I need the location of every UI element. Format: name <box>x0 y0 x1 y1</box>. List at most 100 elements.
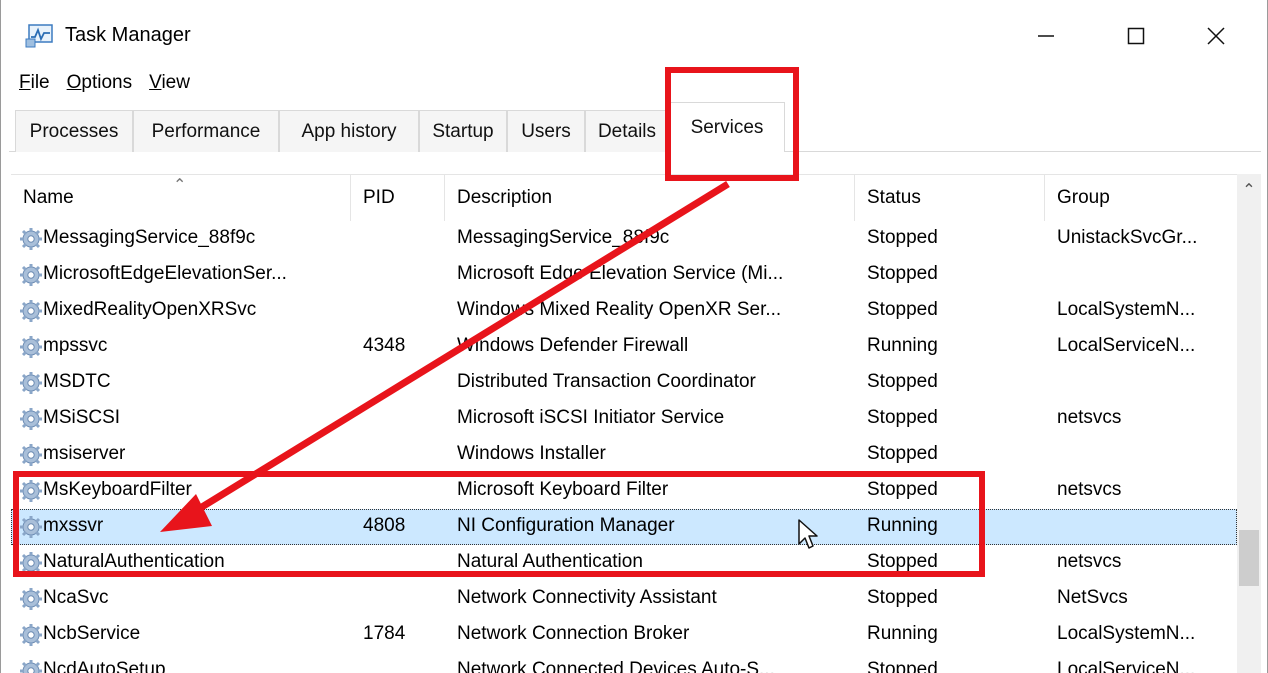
service-name: MicrosoftEdgeElevationSer... <box>43 263 287 284</box>
column-header-group[interactable]: Group <box>1045 175 1237 221</box>
tab-app-history[interactable]: App history <box>279 110 419 152</box>
service-description: Distributed Transaction Coordinator <box>457 371 756 392</box>
tab-startup[interactable]: Startup <box>419 110 507 152</box>
service-description: Microsoft iSCSI Initiator Service <box>457 407 725 428</box>
service-pid: 4808 <box>363 515 406 536</box>
table-row[interactable]: MessagingService_88f9c MessagingService_8… <box>11 221 1237 257</box>
menu-view[interactable]: View <box>149 68 199 102</box>
task-manager-icon <box>25 24 53 48</box>
menu-options[interactable]: Options <box>67 68 141 102</box>
service-status: Stopped <box>867 227 938 248</box>
maximize-button[interactable] <box>1101 14 1171 58</box>
menu-file-label: ile <box>30 72 50 93</box>
service-name: MSDTC <box>43 371 111 392</box>
column-header-label: Name <box>23 187 74 208</box>
service-description: Natural Authentication <box>457 551 643 572</box>
service-name: NcbService <box>43 623 141 644</box>
table-row[interactable]: mxssvr 4808 NI Configuration Manager Runnin… <box>11 509 1237 545</box>
service-group: LocalSystemN... <box>1057 299 1196 320</box>
service-status: Stopped <box>867 407 938 428</box>
gear-icon <box>20 624 42 646</box>
service-status: Running <box>867 515 938 536</box>
service-description: Network Connectivity Assistant <box>457 587 717 608</box>
column-header-name[interactable]: Name ⌃ <box>11 175 351 221</box>
service-status: Stopped <box>867 479 938 500</box>
sort-ascending-icon: ⌃ <box>173 177 187 194</box>
gear-icon <box>20 444 42 466</box>
service-group: LocalServiceN... <box>1057 335 1196 356</box>
service-status: Stopped <box>867 371 938 392</box>
mouse-cursor-icon <box>798 519 818 549</box>
table-row[interactable]: MSiSCSI Microsoft iSCSI Initiator Service… <box>11 401 1237 437</box>
minimize-button[interactable] <box>1011 14 1081 58</box>
service-group: netsvcs <box>1057 407 1122 428</box>
service-name: MSiSCSI <box>43 407 121 428</box>
column-header-description[interactable]: Description <box>445 175 855 221</box>
gear-icon <box>20 660 42 673</box>
window-title: Task Manager <box>65 24 191 46</box>
tab-details[interactable]: Details <box>585 110 669 152</box>
scroll-thumb[interactable] <box>1239 530 1259 586</box>
tab-label: Users <box>521 120 571 142</box>
table-row[interactable]: NaturalAuthentication Natural Authenticat… <box>11 545 1237 581</box>
tab-label: Startup <box>432 120 494 142</box>
minimize-icon <box>1038 35 1054 37</box>
menu-view-label: iew <box>161 72 190 93</box>
service-description: NI Configuration Manager <box>457 515 675 536</box>
table-row[interactable]: NcaSvc Network Connectivity Assistant Stop… <box>11 581 1237 617</box>
gear-icon <box>20 264 42 286</box>
table-row[interactable]: MixedRealityOpenXRSvc Windows Mixed Reali… <box>11 293 1237 329</box>
service-group: UnistackSvcGr... <box>1057 227 1198 248</box>
service-name: NcaSvc <box>43 587 109 608</box>
table-row[interactable]: NcbService 1784 Network Connection Broker R… <box>11 617 1237 653</box>
tab-processes[interactable]: Processes <box>15 110 133 152</box>
service-description: Network Connection Broker <box>457 623 690 644</box>
service-group: netsvcs <box>1057 551 1122 572</box>
column-header-pid[interactable]: PID <box>351 175 445 221</box>
task-manager-window: Task Manager File Options View Processes… <box>0 0 1268 673</box>
service-description: Network Connected Devices Auto-S... <box>457 659 775 673</box>
service-description: Microsoft Edge Elevation Service (Mi... <box>457 263 784 284</box>
gear-icon <box>20 336 42 358</box>
gear-icon <box>20 228 42 250</box>
service-name: MsKeyboardFilter <box>43 479 192 500</box>
tab-label: Performance <box>151 120 261 142</box>
table-row[interactable]: MsKeyboardFilter Microsoft Keyboard Filte… <box>11 473 1237 509</box>
table-row[interactable]: NcdAutoSetup Network Connected Devices Au… <box>11 653 1237 673</box>
gear-icon <box>20 480 42 502</box>
table-row[interactable]: msiserver Windows Installer Stopped <box>11 437 1237 473</box>
column-header-label: PID <box>363 187 395 208</box>
vertical-scrollbar[interactable]: ⌃ <box>1237 174 1261 673</box>
column-header-status[interactable]: Status <box>855 175 1045 221</box>
menu-file-hotkey: F <box>19 72 31 93</box>
menu-options-label: ptions <box>81 72 133 93</box>
service-status: Stopped <box>867 263 938 284</box>
tab-services[interactable]: Services <box>669 102 785 153</box>
scroll-up-arrow-icon[interactable]: ⌃ <box>1237 180 1261 204</box>
close-icon <box>1207 27 1225 45</box>
table-row[interactable]: mpssvc 4348 Windows Defender Firewall Runni… <box>11 329 1237 365</box>
service-description: Windows Mixed Reality OpenXR Ser... <box>457 299 782 320</box>
close-button[interactable] <box>1181 14 1251 58</box>
tab-label: Details <box>597 120 657 142</box>
service-name: mxssvr <box>43 515 104 536</box>
tab-performance[interactable]: Performance <box>133 110 279 152</box>
table-row[interactable]: MicrosoftEdgeElevationSer... Microsoft Ed… <box>11 257 1237 293</box>
service-status: Stopped <box>867 551 938 572</box>
service-name: NcdAutoSetup <box>43 659 166 673</box>
tab-users[interactable]: Users <box>507 110 585 152</box>
service-group: netsvcs <box>1057 479 1122 500</box>
service-group: NetSvcs <box>1057 587 1128 608</box>
gear-icon <box>20 552 42 574</box>
column-header-label: Group <box>1057 187 1110 208</box>
service-status: Running <box>867 335 938 356</box>
tab-strip: Processes Performance App history Startu… <box>9 102 1261 153</box>
gear-icon <box>20 516 42 538</box>
table-row[interactable]: MSDTC Distributed Transaction Coordinator… <box>11 365 1237 401</box>
service-name: msiserver <box>43 443 126 464</box>
service-name: MessagingService_88f9c <box>43 227 256 248</box>
tab-label: App history <box>301 120 397 142</box>
service-group: LocalServiceN... <box>1057 659 1196 673</box>
tab-content-spacer <box>9 152 1261 174</box>
menu-file[interactable]: File <box>19 68 59 102</box>
